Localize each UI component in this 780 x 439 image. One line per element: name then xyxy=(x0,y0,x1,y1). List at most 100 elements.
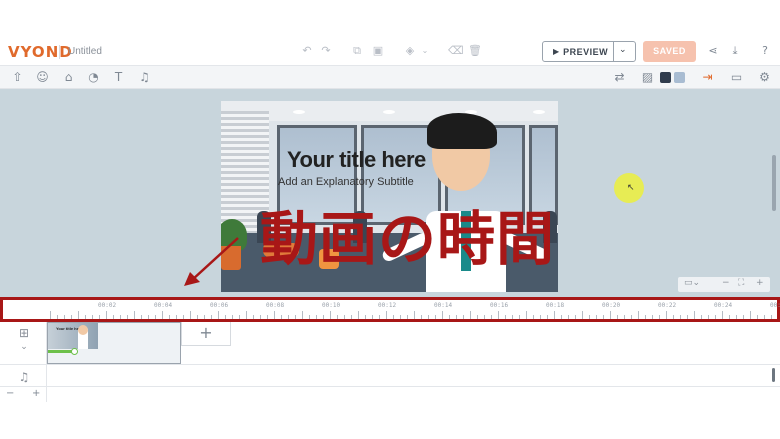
audio-track-icon[interactable]: ♫ xyxy=(17,370,31,384)
ruler-tick xyxy=(253,315,254,319)
ruler-tick xyxy=(659,315,660,319)
scene-track-icon[interactable]: ⊞ xyxy=(17,326,31,340)
ruler-tick xyxy=(365,315,366,319)
stage-zoom-control: ▭⌄ − ⛶ + xyxy=(678,277,770,292)
scene-clip[interactable]: Your title here xyxy=(47,322,181,364)
ruler-tick xyxy=(463,315,464,319)
ruler-tick xyxy=(701,315,702,319)
paste-icon[interactable]: ▣ xyxy=(371,44,385,58)
color-swatch-dark[interactable] xyxy=(660,72,671,83)
ruler-tick xyxy=(743,315,744,319)
timeline-scrollbar[interactable] xyxy=(772,368,775,382)
ruler-tick xyxy=(414,311,415,319)
ruler-label: 00:20 xyxy=(602,302,621,309)
ruler-tick xyxy=(281,315,282,319)
ruler-tick xyxy=(64,315,65,319)
ruler-label: 00:08 xyxy=(266,302,285,309)
timeline-zoom-out-button[interactable]: − xyxy=(6,388,14,399)
undo-icon[interactable]: ↶ xyxy=(300,44,314,58)
ruler-tick xyxy=(134,311,135,319)
preview-button[interactable]: ▶ PREVIEW ⌄ xyxy=(542,41,636,62)
ruler-tick xyxy=(631,315,632,319)
ruler-tick xyxy=(141,315,142,319)
ruler-tick xyxy=(386,311,387,319)
scene-subtitle-text[interactable]: Add an Explanatory Subtitle xyxy=(278,176,414,188)
fit-icon[interactable]: ▭⌄ xyxy=(684,278,700,288)
ruler-tick xyxy=(526,311,527,319)
ruler-tick xyxy=(155,315,156,319)
ruler-tick xyxy=(624,315,625,319)
add-scene-button[interactable]: + xyxy=(181,322,231,346)
scene-progress-knob[interactable] xyxy=(71,348,78,355)
ruler-tick xyxy=(729,315,730,319)
ruler-tick xyxy=(505,315,506,319)
ruler-tick xyxy=(400,315,401,319)
ruler-tick xyxy=(561,315,562,319)
exit-icon[interactable]: ⇥ xyxy=(700,70,715,85)
upload-icon[interactable]: ⇧ xyxy=(10,70,25,85)
ruler-tick xyxy=(568,315,569,319)
ruler-tick xyxy=(232,315,233,319)
ruler-tick xyxy=(50,311,51,319)
ceiling-lamp xyxy=(533,110,545,114)
ruler-tick xyxy=(771,315,772,319)
chevron-down-icon[interactable]: ⌄ xyxy=(17,340,31,354)
character-icon[interactable]: ☺ xyxy=(35,70,50,85)
ruler-tick xyxy=(484,315,485,319)
saved-button[interactable]: SAVED xyxy=(643,41,696,62)
timeline-zoom-in-button[interactable]: + xyxy=(32,388,40,399)
ruler-label: 00:12 xyxy=(378,302,397,309)
clean-icon[interactable]: ⌫ xyxy=(448,44,464,58)
download-icon[interactable]: ⤓ xyxy=(728,44,742,58)
vyond-logo[interactable]: VYOND xyxy=(8,43,73,61)
ruler-tick xyxy=(617,315,618,319)
thumbnail-face xyxy=(78,325,88,335)
chevron-down-icon[interactable]: ⌄ xyxy=(418,44,432,58)
ruler-tick xyxy=(246,311,247,319)
trash-icon[interactable]: 🗑 xyxy=(468,44,482,58)
prop-icon[interactable]: ⌂ xyxy=(61,70,76,85)
chart-icon[interactable]: ◔ xyxy=(86,70,101,85)
app-root: VYOND Untitled ↶ ↷ ⧉ ▣ ◈ ⌄ ⌫ 🗑 ▶ PREVIEW… xyxy=(0,0,780,439)
mouse-cursor-icon: ↖ xyxy=(627,183,635,193)
scene-title-text[interactable]: Your title here xyxy=(287,147,426,173)
ruler-tick xyxy=(421,315,422,319)
ruler-tick xyxy=(218,311,219,319)
document-title[interactable]: Untitled xyxy=(68,46,102,57)
ceiling-lamp xyxy=(293,110,305,114)
ruler-label: 00:06 xyxy=(210,302,229,309)
layers-icon[interactable]: ◈ xyxy=(403,44,417,58)
chevron-down-icon[interactable]: ⌄ xyxy=(619,45,627,55)
image-icon[interactable]: ▨ xyxy=(640,70,655,85)
ruler-tick xyxy=(358,311,359,319)
share-icon[interactable]: ⋖ xyxy=(706,44,720,58)
copy-icon[interactable]: ⧉ xyxy=(350,44,364,58)
asset-toolbar: ⇧ ☺ ⌂ ◔ T ♫ ⇄ ▨ ⇥ ▭ ⚙ xyxy=(0,66,780,89)
preview-label: PREVIEW xyxy=(563,46,609,57)
ruler-tick xyxy=(323,315,324,319)
stage-scrollbar[interactable] xyxy=(772,155,776,211)
music-icon[interactable]: ♫ xyxy=(137,70,152,85)
redo-icon[interactable]: ↷ xyxy=(319,44,333,58)
ruler-tick xyxy=(330,311,331,319)
zoom-out-button[interactable]: − xyxy=(722,278,730,288)
ruler-tick xyxy=(239,315,240,319)
fullscreen-icon[interactable]: ⛶ xyxy=(738,278,744,288)
ruler-tick xyxy=(393,315,394,319)
swap-icon[interactable]: ⇄ xyxy=(612,70,627,85)
camera-icon[interactable]: ▭ xyxy=(729,70,744,85)
text-icon[interactable]: T xyxy=(111,70,126,85)
ruler-tick xyxy=(190,311,191,319)
ruler-tick xyxy=(148,315,149,319)
ruler-tick xyxy=(610,311,611,319)
timeline-ruler[interactable]: 00:02 00:04 00:06 00:08 00:10 00:12 00:14 00:16… xyxy=(0,297,780,322)
zoom-in-button[interactable]: + xyxy=(756,278,764,288)
settings-icon[interactable]: ⚙ xyxy=(757,70,772,85)
ruler-tick xyxy=(652,315,653,319)
color-swatch-light[interactable] xyxy=(674,72,685,83)
ruler-tick xyxy=(491,315,492,319)
ruler-tick xyxy=(519,315,520,319)
ruler-tick xyxy=(267,315,268,319)
ruler-tick xyxy=(596,315,597,319)
help-icon[interactable]: ? xyxy=(758,44,772,58)
